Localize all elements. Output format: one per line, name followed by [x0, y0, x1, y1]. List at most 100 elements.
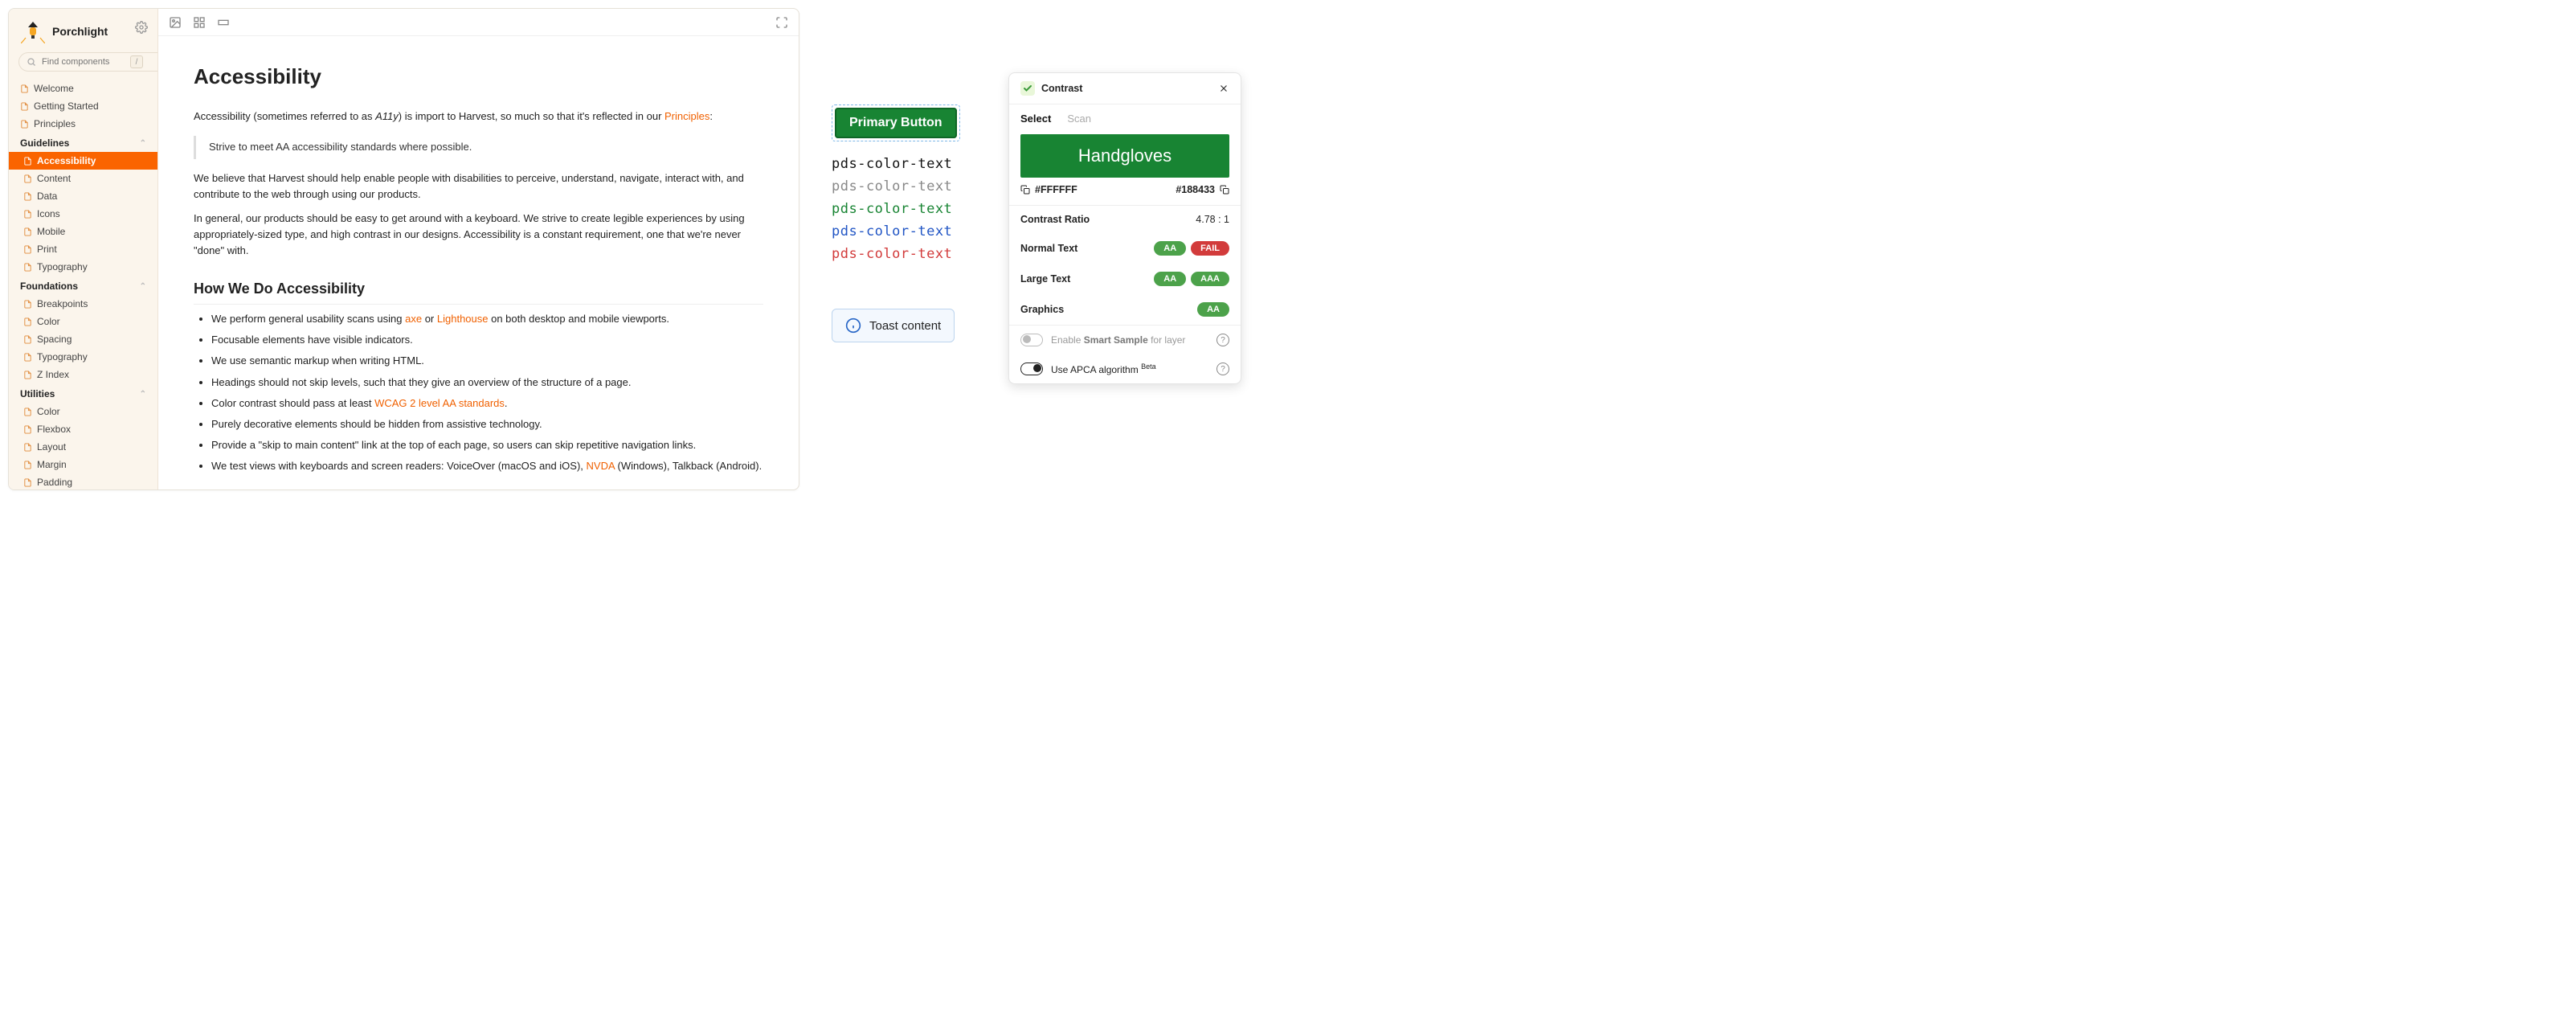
doc-icon	[23, 461, 32, 469]
search-shortcut-key: /	[130, 55, 143, 68]
doc-icon	[23, 425, 32, 434]
apca-toggle-row[interactable]: Use APCA algorithm Beta ?	[1009, 354, 1241, 383]
help-icon[interactable]: ?	[1216, 334, 1229, 346]
nav-item[interactable]: Margin	[9, 456, 157, 473]
close-button[interactable]	[1218, 83, 1229, 94]
how-list: We perform general usability scans using…	[211, 311, 763, 474]
sidebar-nav: WelcomeGetting StartedPrinciplesGuidelin…	[9, 80, 157, 489]
nav-item[interactable]: Print	[9, 240, 157, 258]
contrast-tabs: Select Scan	[1009, 104, 1241, 134]
foreground-color[interactable]: #FFFFFF	[1020, 184, 1077, 195]
doc-quote: Strive to meet AA accessibility standard…	[194, 136, 763, 158]
doc-p1: We believe that Harvest should help enab…	[194, 170, 763, 203]
image-toggle-button[interactable]	[168, 15, 182, 30]
inline-link[interactable]: WCAG 2 level AA standards	[374, 397, 505, 409]
nav-item[interactable]: Accessibility	[9, 152, 157, 170]
nav-item[interactable]: Data	[9, 187, 157, 205]
tab-select[interactable]: Select	[1020, 113, 1051, 125]
doc-icon	[23, 408, 32, 416]
nav-item[interactable]: Color	[9, 313, 157, 330]
large-text-row: Large Text AA AAA	[1009, 264, 1241, 294]
nav-item[interactable]: Padding	[9, 473, 157, 489]
doc-icon	[23, 300, 32, 309]
pill-aaa: AAA	[1191, 272, 1229, 286]
doc-icon	[23, 478, 32, 487]
background-color[interactable]: #188433	[1176, 184, 1229, 195]
samples-column: Primary Button pds-color-text pds-color-t…	[832, 8, 976, 342]
settings-button[interactable]	[135, 20, 149, 35]
nav-section-title[interactable]: Guidelines⌃	[9, 133, 157, 152]
color-swatch: pds-color-text	[832, 178, 976, 195]
doc-icon	[23, 210, 32, 219]
contrast-header: Contrast	[1009, 73, 1241, 104]
fullwidth-button[interactable]	[216, 15, 231, 30]
primary-button-selection: Primary Button	[832, 104, 960, 141]
nav-item[interactable]: Typography	[9, 348, 157, 366]
doc-icon	[23, 353, 32, 362]
nav-item[interactable]: Icons	[9, 205, 157, 223]
list-item: Headings should not skip levels, such th…	[211, 375, 763, 391]
nav-item[interactable]: Typography	[9, 258, 157, 276]
doc-intro: Accessibility (sometimes referred to as …	[194, 109, 763, 125]
doc-content: Accessibility Accessibility (sometimes r…	[158, 36, 799, 489]
list-item: Purely decorative elements should be hid…	[211, 416, 763, 432]
nav-item[interactable]: Breakpoints	[9, 295, 157, 313]
nav-item[interactable]: Principles	[9, 115, 157, 133]
search-row: /	[9, 52, 157, 80]
inline-link[interactable]: NVDA	[587, 460, 615, 472]
nav-item[interactable]: Layout	[9, 438, 157, 456]
contrast-preview: Handgloves	[1020, 134, 1229, 178]
contrast-colors: #FFFFFF #188433	[1009, 178, 1241, 205]
doc-icon	[20, 84, 29, 93]
list-item: Focusable elements have visible indicato…	[211, 332, 763, 348]
contrast-panel: Contrast Select Scan Handgloves #FFFFFF …	[1008, 72, 1241, 384]
list-item: We test views with keyboards and screen …	[211, 458, 763, 474]
doc-title: Accessibility	[194, 60, 763, 92]
pill-aa: AA	[1154, 272, 1186, 286]
nav-item[interactable]: Spacing	[9, 330, 157, 348]
copy-icon	[1220, 185, 1229, 195]
nav-item[interactable]: Mobile	[9, 223, 157, 240]
contrast-app-icon	[1020, 81, 1035, 96]
chevron-icon: ⌃	[140, 139, 146, 148]
nav-item[interactable]: Getting Started	[9, 97, 157, 115]
smart-sample-toggle-row[interactable]: Enable Smart Sample for layer ?	[1009, 326, 1241, 354]
chevron-icon: ⌃	[140, 282, 146, 291]
nav-section-title[interactable]: Foundations⌃	[9, 276, 157, 295]
toast-text: Toast content	[869, 319, 941, 333]
brand-name: Porchlight	[52, 25, 108, 38]
inline-link[interactable]: Lighthouse	[437, 313, 489, 325]
color-swatch: pds-color-text	[832, 223, 976, 240]
doc-icon	[23, 227, 32, 236]
toast: Toast content	[832, 309, 955, 342]
nav-section-title[interactable]: Utilities⌃	[9, 383, 157, 403]
doc-icon	[23, 371, 32, 379]
main: Accessibility Accessibility (sometimes r…	[158, 9, 799, 489]
toggle-off-icon[interactable]	[1020, 334, 1043, 346]
inline-link[interactable]: axe	[405, 313, 422, 325]
toggle-on-icon[interactable]	[1020, 362, 1043, 375]
nav-item[interactable]: Content	[9, 170, 157, 187]
pill-aa: AA	[1154, 241, 1186, 256]
sidebar: Porchlight / WelcomeGetting StartedPrinc…	[9, 9, 158, 489]
list-item: Provide a "skip to main content" link at…	[211, 437, 763, 453]
primary-button[interactable]: Primary Button	[835, 108, 957, 138]
doc-icon	[23, 443, 32, 452]
grid-view-button[interactable]	[192, 15, 206, 30]
nav-item[interactable]: Flexbox	[9, 420, 157, 438]
nav-item[interactable]: Welcome	[9, 80, 157, 97]
doc-icon	[23, 317, 32, 326]
expand-button[interactable]	[775, 15, 789, 30]
nav-item[interactable]: Z Index	[9, 366, 157, 383]
list-item: We use semantic markup when writing HTML…	[211, 353, 763, 369]
principles-link[interactable]: Principles	[664, 110, 709, 122]
logo-icon	[20, 18, 46, 44]
tab-scan[interactable]: Scan	[1067, 113, 1091, 125]
color-swatch: pds-color-text	[832, 156, 976, 172]
nav-item[interactable]: Color	[9, 403, 157, 420]
toolbar	[158, 9, 799, 36]
help-icon[interactable]: ?	[1216, 362, 1229, 375]
doc-icon	[23, 245, 32, 254]
list-item: Color contrast should pass at least WCAG…	[211, 395, 763, 412]
info-icon	[845, 317, 861, 334]
